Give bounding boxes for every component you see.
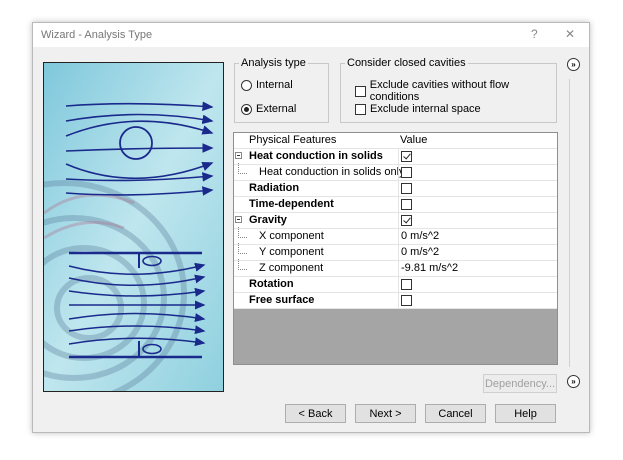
row-label: Heat conduction in solids only [259,166,405,178]
exclude-cavities-box[interactable] [355,85,366,97]
internal-radio-button[interactable] [241,79,252,91]
row-label: Heat conduction in solids [249,150,383,162]
exclude-cavities-label: Exclude cavities without flow conditions [369,79,510,103]
column-header-features: Physical Features [249,134,337,146]
internal-radio[interactable]: Internal [241,79,293,91]
row-y-component[interactable]: Y component 0 m/s^2 [234,243,557,261]
exclude-cavities-checkbox[interactable]: Exclude cavities without flow conditions [355,79,556,103]
back-button[interactable]: < Back [285,404,346,423]
gravity-checkbox[interactable] [401,215,412,226]
closed-cavities-title: Consider closed cavities [345,57,468,69]
closed-cavities-group: Consider closed cavities Exclude cavitie… [340,57,557,123]
grid-header: Physical Features Value [234,133,557,149]
analysis-type-title: Analysis type [239,57,308,69]
flow-illustration-graphic [44,63,223,391]
exclude-internal-space-checkbox[interactable]: Exclude internal space [355,103,481,115]
row-heat-conduction-only[interactable]: Heat conduction in solids only [234,163,557,181]
row-label: Y component [259,246,324,258]
z-component-value[interactable]: -9.81 m/s^2 [398,261,557,276]
row-label: X component [259,230,324,242]
row-time-dependent[interactable]: Time-dependent [234,197,557,213]
row-label: Z component [259,262,324,274]
row-label: Free surface [249,294,315,306]
analysis-type-group: Analysis type Internal External [234,57,329,123]
column-header-value: Value [400,134,428,146]
flow-illustration [43,62,224,392]
row-rotation[interactable]: Rotation [234,277,557,293]
collapse-icon[interactable] [235,216,242,223]
title-bar: Wizard - Analysis Type ? ✕ [33,23,589,47]
window-title: Wizard - Analysis Type [41,29,153,41]
row-free-surface[interactable]: Free surface [234,293,557,309]
rotation-checkbox[interactable] [401,279,412,290]
help-icon[interactable]: ? [531,27,538,41]
row-z-component[interactable]: Z component -9.81 m/s^2 [234,259,557,277]
next-button[interactable]: Next > [355,404,416,423]
expand-bottom-icon[interactable]: » [567,375,580,388]
time-dependent-checkbox[interactable] [401,199,412,210]
y-component-value[interactable]: 0 m/s^2 [398,245,557,260]
heat-conduction-only-checkbox[interactable] [401,167,412,178]
row-label: Rotation [249,278,294,290]
external-radio-button[interactable] [241,103,252,115]
row-radiation[interactable]: Radiation [234,181,557,197]
close-icon[interactable]: ✕ [565,27,575,41]
external-radio[interactable]: External [241,103,296,115]
row-heat-conduction[interactable]: Heat conduction in solids [234,149,557,165]
external-label: External [256,103,297,115]
row-label: Radiation [249,182,300,194]
side-separator [569,79,570,367]
row-gravity[interactable]: Gravity [234,213,557,229]
collapse-icon[interactable] [235,152,242,159]
help-button[interactable]: Help [495,404,556,423]
expand-top-icon[interactable]: » [567,58,580,71]
radiation-checkbox[interactable] [401,183,412,194]
exclude-internal-space-box[interactable] [355,103,366,115]
wizard-window: Wizard - Analysis Type ? ✕ Analysis type… [32,22,590,433]
grid-rows: Physical Features Value Heat conduction … [234,133,557,309]
internal-label: Internal [256,79,293,91]
row-label: Time-dependent [249,198,334,210]
heat-conduction-checkbox[interactable] [401,151,412,162]
cancel-button[interactable]: Cancel [425,404,486,423]
row-x-component[interactable]: X component 0 m/s^2 [234,227,557,245]
dependency-button[interactable]: Dependency... [483,374,557,393]
x-component-value[interactable]: 0 m/s^2 [398,229,557,244]
free-surface-checkbox[interactable] [401,295,412,306]
exclude-internal-space-label: Exclude internal space [370,103,481,115]
physical-features-grid: Physical Features Value Heat conduction … [233,132,558,365]
